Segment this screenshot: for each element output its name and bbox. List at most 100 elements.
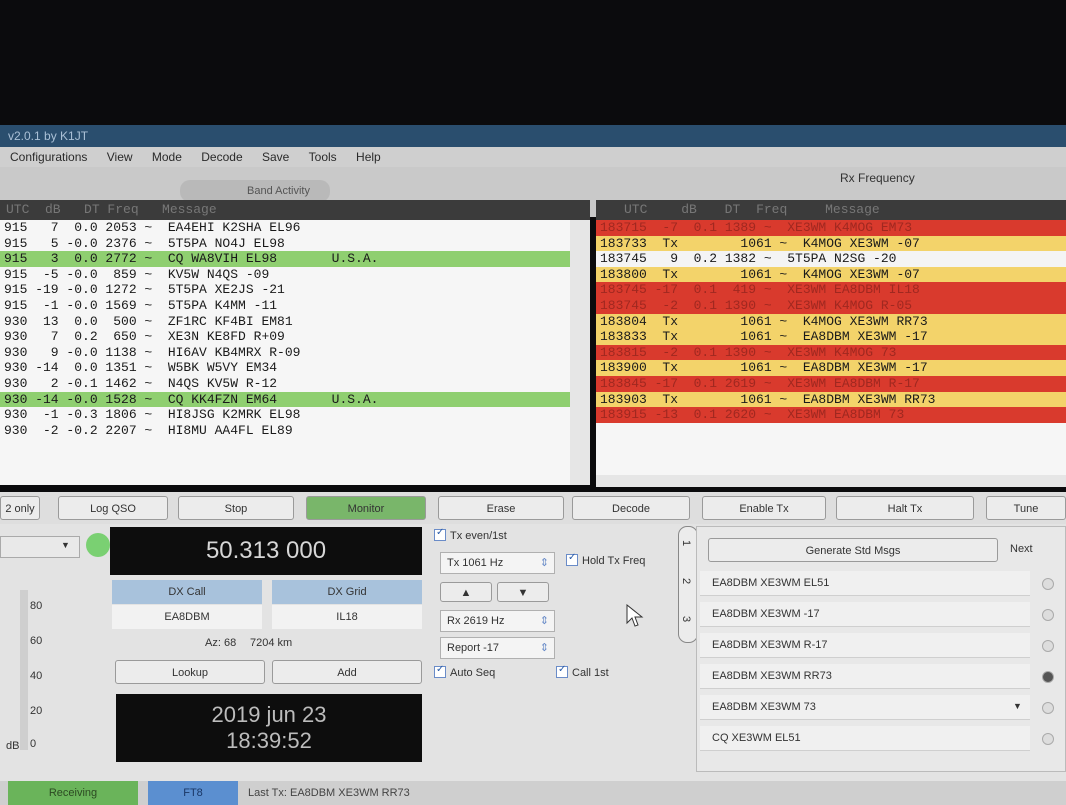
rx-frequency-spinbox[interactable]: Rx 2619 Hz ⇕ [440, 610, 555, 632]
rx-message-row[interactable]: 183745 -17 0.1 419 ~ XE3WM EA8DBM IL18 [596, 282, 1066, 298]
rx-frequency-list[interactable]: 183715 -7 0.1 1389 ~ XE3WM K4MOG EM73 183… [596, 220, 1066, 475]
rx-message-row[interactable]: 183800 Tx 1061 ~ K4MOG XE3WM -07 [596, 266, 1066, 283]
rx-frequency-scrollbar[interactable] [596, 475, 1066, 487]
stop-button[interactable]: Stop [178, 496, 294, 520]
next-radio-4[interactable] [1042, 671, 1054, 683]
tx-message-5[interactable]: EA8DBM XE3WM 73 [700, 695, 1030, 720]
chevron-down-icon: ▼ [61, 540, 70, 550]
tx-even-checkbox[interactable]: Tx even/1st [434, 527, 507, 542]
signal-meter: 80 60 40 20 0 [20, 590, 90, 760]
generate-std-msgs-button[interactable]: Generate Std Msgs [708, 538, 998, 562]
spin-arrows-icon[interactable]: ⇕ [540, 638, 549, 658]
rx-message-row[interactable]: 183833 Tx 1061 ~ EA8DBM XE3WM -17 [596, 329, 1066, 345]
next-radio-1[interactable] [1042, 578, 1054, 590]
band-activity-scrollbar[interactable] [570, 220, 590, 485]
rx-message-row[interactable]: 183715 -7 0.1 1389 ~ XE3WM K4MOG EM73 [596, 220, 1066, 236]
band-activity-row[interactable]: 930 -2 -0.2 2207 ~ HI8MU AA4FL EL89 [0, 423, 570, 439]
band-activity-row[interactable]: 915 -1 -0.0 1569 ~ 5T5PA K4MM -11 [0, 298, 570, 314]
menu-configurations[interactable]: Configurations [10, 150, 87, 164]
tx-up-button[interactable]: ▲ [440, 582, 492, 602]
band-activity-row[interactable]: 915 7 0.0 2053 ~ EA4EHI K2SHA EL96 [0, 220, 570, 236]
rx-message-row[interactable]: 183915 -13 0.1 2620 ~ XE3WM EA8DBM 73 [596, 407, 1066, 423]
hold-tx-freq-checkbox[interactable]: Hold Tx Freq [566, 552, 646, 567]
band-activity-row[interactable]: 930 13 0.0 500 ~ ZF1RC KF4BI EM81 [0, 314, 570, 330]
band-activity-row[interactable]: 930 -1 -0.3 1806 ~ HI8JSG K2MRK EL98 [0, 407, 570, 423]
tab-1[interactable]: 1 [680, 540, 692, 546]
header-db: dB [681, 202, 697, 217]
tx-message-4[interactable]: EA8DBM XE3WM RR73 [700, 664, 1030, 689]
dx-call-field[interactable]: EA8DBM [112, 605, 262, 629]
tx-down-button[interactable]: ▼ [497, 582, 549, 602]
add-button[interactable]: Add [272, 660, 422, 684]
band-activity-row[interactable]: 915 -5 -0.0 859 ~ KV5W N4QS -09 [0, 267, 570, 283]
spin-arrows-icon[interactable]: ⇕ [540, 611, 549, 631]
meter-unit: dB [6, 740, 20, 752]
tx-message-2[interactable]: EA8DBM XE3WM -17 [700, 602, 1030, 627]
checkbox-checked-icon [566, 552, 578, 567]
dx-grid-label: DX Grid [272, 580, 422, 604]
rx-frequency-header: UTC dB DT Freq Message [596, 200, 1066, 220]
halt-tx-button[interactable]: Halt Tx [836, 496, 974, 520]
log-qso-button[interactable]: Log QSO [58, 496, 168, 520]
band-activity-header: UTC dB DT Freq Message [0, 200, 590, 220]
report-spinbox[interactable]: Report -17 ⇕ [440, 637, 555, 659]
hold-tx-freq-label: Hold Tx Freq [582, 555, 646, 567]
report-value: Report -17 [447, 642, 499, 654]
menu-tools[interactable]: Tools [309, 150, 337, 164]
menu-help[interactable]: Help [356, 150, 381, 164]
dx-grid-field[interactable]: IL18 [272, 605, 422, 629]
band-activity-row[interactable]: 930 2 -0.1 1462 ~ N4QS KV5W R-12 [0, 376, 570, 392]
rx-message-row[interactable]: 183845 -17 0.1 2619 ~ XE3WM EA8DBM R-17 [596, 375, 1066, 392]
next-radio-6[interactable] [1042, 733, 1054, 745]
auto-seq-checkbox[interactable]: Auto Seq [434, 664, 495, 679]
frequency-display: 50.313 000 [110, 527, 422, 575]
tx-frequency-spinbox[interactable]: Tx 1061 Hz ⇕ [440, 552, 555, 574]
call-1st-checkbox[interactable]: Call 1st [556, 664, 609, 679]
mouse-pointer-icon [626, 604, 644, 627]
tune-button[interactable]: Tune [986, 496, 1066, 520]
band-activity-row[interactable]: 915 3 0.0 2772 ~ CQ WA8VIH EL98 U.S.A. [0, 251, 570, 267]
rx-message-row[interactable]: 183745 -2 0.1 1390 ~ XE3WM K4MOG R-05 [596, 297, 1066, 314]
lookup-button[interactable]: Lookup [115, 660, 265, 684]
rx-message-row[interactable]: 183804 Tx 1061 ~ K4MOG XE3WM RR73 [596, 313, 1066, 330]
spin-arrows-icon[interactable]: ⇕ [540, 553, 549, 573]
rx-message-row[interactable]: 183733 Tx 1061 ~ K4MOG XE3WM -07 [596, 235, 1066, 252]
next-radio-2[interactable] [1042, 609, 1054, 621]
cq-only-checkbox[interactable]: 2 only [0, 496, 40, 520]
band-activity-row[interactable]: 930 -14 -0.0 1528 ~ CQ KK4FZN EM64 U.S.A… [0, 391, 570, 408]
status-led-icon [86, 533, 110, 557]
enable-tx-button[interactable]: Enable Tx [702, 496, 826, 520]
chevron-down-icon[interactable]: ▼ [1013, 701, 1022, 711]
rx-frequency-value: Rx 2619 Hz [447, 615, 505, 627]
meter-bar [20, 590, 28, 750]
tx-message-1[interactable]: EA8DBM XE3WM EL51 [700, 571, 1030, 596]
next-radio-5[interactable] [1042, 702, 1054, 714]
band-activity-row[interactable]: 930 9 -0.0 1138 ~ HI6AV KB4MRX R-09 [0, 345, 570, 361]
tx-message-3[interactable]: EA8DBM XE3WM R-17 [700, 633, 1030, 658]
monitor-button[interactable]: Monitor [306, 496, 426, 520]
tx-even-label: Tx even/1st [450, 530, 507, 542]
rx-message-row[interactable]: 183815 -2 0.1 1390 ~ XE3WM K4MOG 73 [596, 344, 1066, 361]
band-activity-row[interactable]: 915 -19 -0.0 1272 ~ 5T5PA XE2JS -21 [0, 282, 570, 298]
checkbox-checked-icon [434, 664, 446, 679]
menu-decode[interactable]: Decode [201, 150, 242, 164]
erase-button[interactable]: Erase [438, 496, 564, 520]
menu-save[interactable]: Save [262, 150, 289, 164]
band-activity-row[interactable]: 915 5 -0.0 2376 ~ 5T5PA NO4J EL98 [0, 236, 570, 252]
menu-mode[interactable]: Mode [152, 150, 182, 164]
menu-view[interactable]: View [107, 150, 133, 164]
band-activity-row[interactable]: 930 -14 0.0 1351 ~ W5BK W5VY EM34 [0, 360, 570, 376]
band-selector[interactable]: ▼ [0, 536, 80, 558]
tx-message-6[interactable]: CQ XE3WM EL51 [700, 726, 1030, 751]
band-activity-row[interactable]: 930 7 0.2 650 ~ XE3N KE8FD R+09 [0, 329, 570, 345]
decode-button[interactable]: Decode [572, 496, 690, 520]
rx-message-row[interactable]: 183903 Tx 1061 ~ EA8DBM XE3WM RR73 [596, 391, 1066, 408]
tab-3[interactable]: 3 [680, 616, 692, 622]
next-radio-3[interactable] [1042, 640, 1054, 652]
rx-message-row[interactable]: 183745 9 0.2 1382 ~ 5T5PA N2SG -20 [596, 251, 1066, 267]
checkbox-checked-icon [434, 527, 446, 542]
rx-message-row[interactable]: 183900 Tx 1061 ~ EA8DBM XE3WM -17 [596, 360, 1066, 376]
band-activity-label: Band Activity [180, 180, 330, 202]
tab-2[interactable]: 2 [680, 578, 692, 584]
band-activity-list[interactable]: 915 7 0.0 2053 ~ EA4EHI K2SHA EL96 915 5 … [0, 220, 570, 485]
